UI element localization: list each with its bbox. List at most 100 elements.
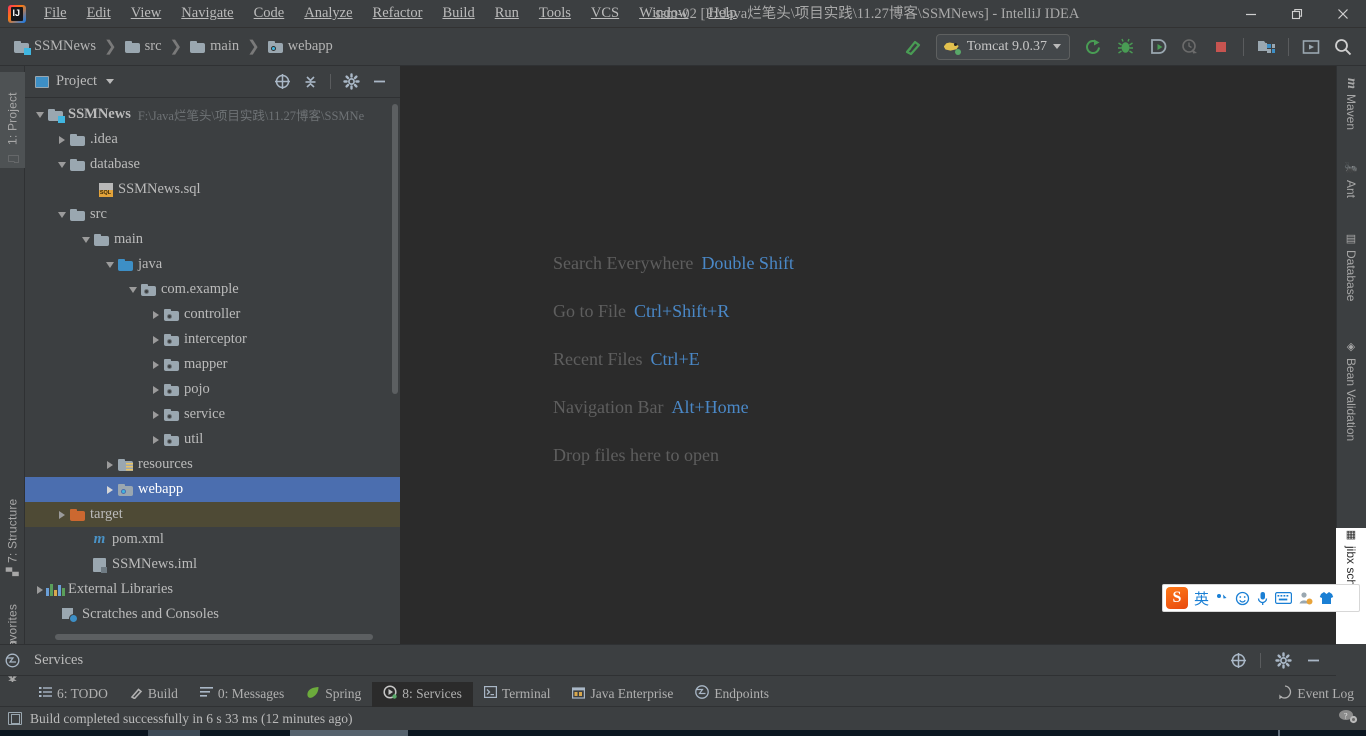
tree-row-controller[interactable]: controller bbox=[25, 302, 400, 327]
breadcrumb-item-ssmnews[interactable]: SSMNews bbox=[10, 36, 100, 57]
breadcrumb-item-src[interactable]: src bbox=[121, 36, 166, 57]
update-running-app-icon[interactable] bbox=[1296, 33, 1326, 61]
tree-row-ssmnews-iml[interactable]: SSMNews.iml bbox=[25, 552, 400, 577]
minimize-icon[interactable] bbox=[366, 69, 392, 95]
expand-arrow-icon[interactable] bbox=[55, 135, 69, 144]
ime-mode-indicator[interactable]: 英 bbox=[1194, 588, 1209, 609]
expand-arrow-icon[interactable] bbox=[55, 510, 69, 519]
profiler-icon[interactable] bbox=[1174, 33, 1204, 61]
debug-bug-icon[interactable] bbox=[1110, 33, 1140, 61]
tree-row-webapp[interactable]: webapp bbox=[25, 477, 400, 502]
menu-vcs[interactable]: VCS bbox=[581, 2, 629, 25]
soft-keyboard-icon[interactable] bbox=[1275, 592, 1293, 604]
tree-row-pojo[interactable]: pojo bbox=[25, 377, 400, 402]
breadcrumb-item-webapp[interactable]: webapp bbox=[264, 36, 337, 57]
tab-messages[interactable]: 0: Messages bbox=[189, 682, 295, 707]
expand-arrow-icon[interactable] bbox=[79, 236, 93, 243]
menu-refactor[interactable]: Refactor bbox=[363, 2, 433, 25]
tree-row-mapper[interactable]: mapper bbox=[25, 352, 400, 377]
menu-code[interactable]: Code bbox=[244, 2, 295, 25]
menu-analyze[interactable]: Analyze bbox=[294, 2, 362, 25]
tree-row-scratches-and-consoles[interactable]: Scratches and Consoles bbox=[25, 602, 400, 627]
ide-help-icon[interactable]: ? bbox=[1338, 708, 1358, 729]
maximize-restore-button[interactable] bbox=[1274, 0, 1320, 28]
taskbar-item[interactable] bbox=[290, 730, 408, 736]
project-structure-icon[interactable] bbox=[1251, 33, 1281, 61]
target-crosshair-icon[interactable] bbox=[269, 69, 295, 95]
tab-todo[interactable]: 6: TODO bbox=[28, 682, 119, 707]
skin-shirt-icon[interactable] bbox=[1319, 591, 1334, 605]
project-tree[interactable]: SSMNews F:\Java烂笔头\项目实践\11.27博客\SSMNe .i… bbox=[25, 98, 400, 644]
user-account-icon[interactable] bbox=[1298, 591, 1313, 605]
taskbar-item-active[interactable] bbox=[148, 730, 200, 736]
sidebar-item-maven[interactable]: m Maven bbox=[1336, 78, 1366, 154]
search-icon[interactable] bbox=[1328, 33, 1358, 61]
tree-row-service[interactable]: service bbox=[25, 402, 400, 427]
tab-services[interactable]: 8: Services bbox=[372, 681, 473, 707]
menu-file[interactable]: File bbox=[34, 2, 77, 25]
tree-row-ssmnews[interactable]: SSMNews F:\Java烂笔头\项目实践\11.27博客\SSMNe bbox=[25, 102, 400, 127]
tree-row-src[interactable]: src bbox=[25, 202, 400, 227]
sidebar-item-bean-validation[interactable]: ◈ Bean Validation bbox=[1336, 340, 1366, 492]
tree-row-resources[interactable]: resources bbox=[25, 452, 400, 477]
run-configuration-selector[interactable]: Tomcat 9.0.37 bbox=[935, 33, 1070, 60]
tree-row-database[interactable]: database bbox=[25, 152, 400, 177]
tree-row-main[interactable]: main bbox=[25, 227, 400, 252]
expand-arrow-icon[interactable] bbox=[103, 261, 117, 268]
breadcrumb-item-main[interactable]: main bbox=[186, 36, 243, 57]
voice-input-icon[interactable] bbox=[1256, 591, 1269, 606]
vertical-scrollbar[interactable] bbox=[392, 104, 398, 394]
minimize-icon[interactable] bbox=[1300, 647, 1326, 673]
sidebar-item-project[interactable]: 🗀 1: Project bbox=[0, 72, 25, 168]
build-icon[interactable] bbox=[898, 33, 928, 61]
event-log-button[interactable]: Event Log bbox=[1278, 685, 1366, 703]
tree-row-ssmnews-sql[interactable]: SQL SSMNews.sql bbox=[25, 177, 400, 202]
tree-row-pom-xml[interactable]: m pom.xml bbox=[25, 527, 400, 552]
coverage-icon[interactable] bbox=[1142, 33, 1172, 61]
chevron-down-icon[interactable] bbox=[106, 79, 115, 84]
tab-terminal[interactable]: Terminal bbox=[473, 682, 562, 707]
menu-view[interactable]: View bbox=[121, 2, 172, 25]
gear-icon[interactable] bbox=[1270, 647, 1296, 673]
menu-edit[interactable]: Edit bbox=[77, 2, 121, 25]
emoji-icon[interactable] bbox=[1235, 591, 1250, 606]
expand-arrow-icon[interactable] bbox=[103, 460, 117, 469]
expand-arrow-icon[interactable] bbox=[149, 385, 163, 394]
tab-build[interactable]: Build bbox=[119, 682, 189, 707]
editor-area[interactable]: Search Everywhere Double Shift Go to File… bbox=[400, 66, 1336, 644]
run-button[interactable] bbox=[1078, 33, 1108, 61]
toolbox-grid-icon[interactable] bbox=[1340, 591, 1354, 605]
horizontal-scrollbar[interactable] bbox=[55, 634, 373, 640]
sidebar-item-database[interactable]: ▤ Database bbox=[1336, 232, 1366, 332]
sogou-logo-icon[interactable]: S bbox=[1166, 587, 1188, 609]
menu-run[interactable]: Run bbox=[485, 2, 529, 25]
expand-arrow-icon[interactable] bbox=[55, 161, 69, 168]
expand-arrow-icon[interactable] bbox=[149, 310, 163, 319]
expand-arrow-icon[interactable] bbox=[33, 585, 47, 594]
gear-icon[interactable] bbox=[338, 69, 364, 95]
close-button[interactable] bbox=[1320, 0, 1366, 28]
menu-build[interactable]: Build bbox=[432, 2, 484, 25]
tab-java-enterprise[interactable]: Java Enterprise bbox=[561, 682, 684, 707]
sogou-ime-toolbar[interactable]: S 英 bbox=[1162, 584, 1360, 612]
target-crosshair-icon[interactable] bbox=[1225, 647, 1251, 673]
tree-row-external-libraries[interactable]: External Libraries bbox=[25, 577, 400, 602]
expand-arrow-icon[interactable] bbox=[149, 360, 163, 369]
expand-arrow-icon[interactable] bbox=[149, 435, 163, 444]
tree-row-util[interactable]: util bbox=[25, 427, 400, 452]
expand-arrow-icon[interactable] bbox=[55, 211, 69, 218]
tree-row-java[interactable]: java bbox=[25, 252, 400, 277]
menu-tools[interactable]: Tools bbox=[529, 2, 581, 25]
expand-arrow-icon[interactable] bbox=[149, 410, 163, 419]
sidebar-item-structure[interactable]: ▞ 7: Structure bbox=[0, 466, 25, 576]
tree-row-target[interactable]: target bbox=[25, 502, 400, 527]
expand-arrow-icon[interactable] bbox=[149, 335, 163, 344]
tab-endpoints[interactable]: Endpoints bbox=[684, 682, 780, 707]
expand-arrow-icon[interactable] bbox=[103, 485, 117, 494]
punctuation-icon[interactable] bbox=[1215, 591, 1229, 605]
tree-row-com-example[interactable]: com.example bbox=[25, 277, 400, 302]
sidebar-item-ant[interactable]: 🐜 Ant bbox=[1336, 162, 1366, 224]
collapse-all-icon[interactable] bbox=[297, 69, 323, 95]
tree-row-idea[interactable]: .idea bbox=[25, 127, 400, 152]
stop-square-icon[interactable] bbox=[1206, 33, 1236, 61]
